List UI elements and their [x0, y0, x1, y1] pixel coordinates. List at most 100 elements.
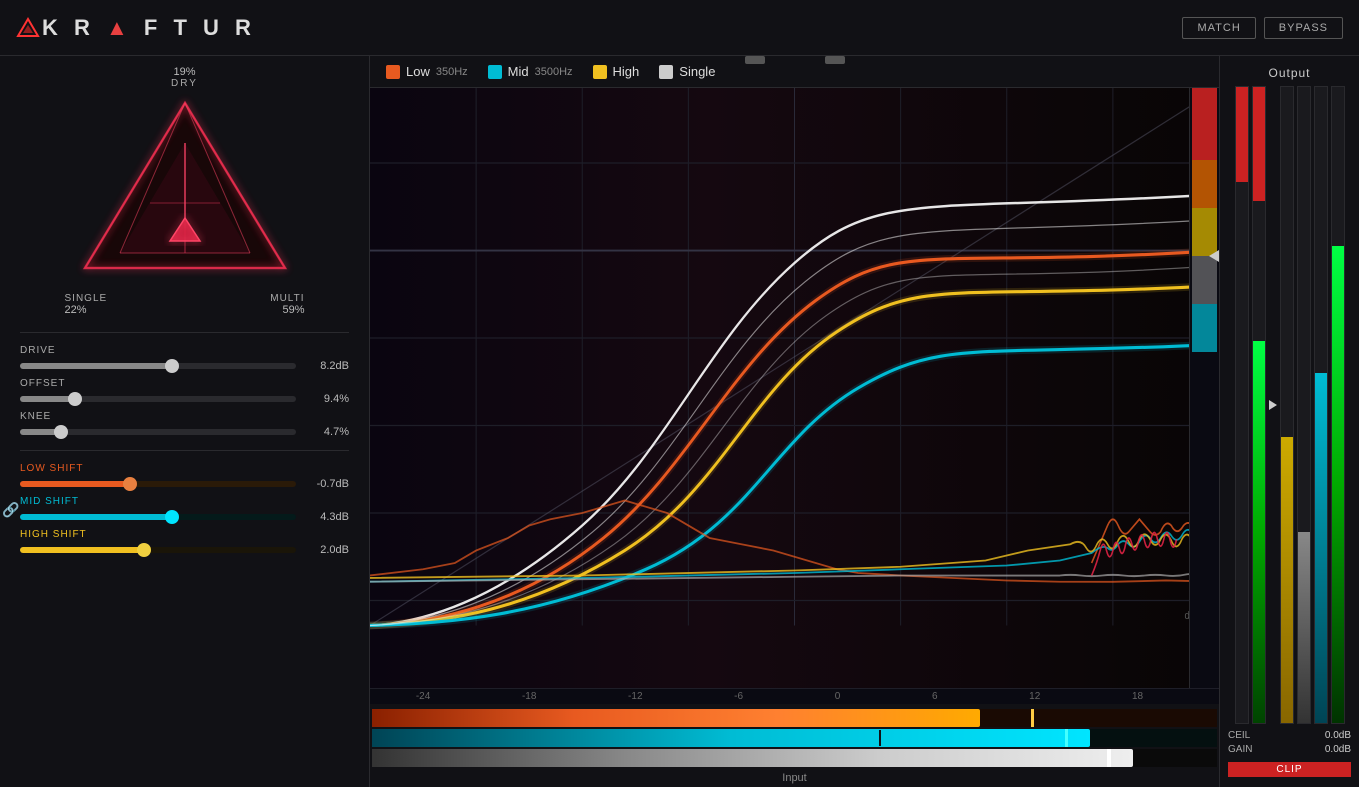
mid-shift-group: 🔗 MID SHIFT 4.3dB [20, 496, 349, 523]
low-shift-track[interactable] [20, 481, 296, 487]
output-meter-2 [1252, 86, 1266, 724]
offset-row: 9.4% [20, 393, 349, 405]
main-sliders: DRIVE 8.2dB OFFSET 9.4% [20, 345, 349, 438]
output-meter-2-green [1253, 341, 1265, 723]
high-shift-row: 2.0dB [20, 544, 349, 556]
match-button[interactable]: MATCH [1182, 17, 1255, 39]
output-meter-4-gray [1298, 532, 1310, 723]
gain-label: GAIN [1228, 744, 1252, 755]
meter-bar-mid-spike [1065, 729, 1068, 747]
mid-shift-track[interactable] [20, 514, 296, 520]
offset-track[interactable] [20, 396, 296, 402]
clip-button[interactable]: CLIP [1228, 762, 1351, 777]
corner-labels: SINGLE 22% MULTI 59% [65, 293, 305, 316]
xaxis-18: -18 [522, 691, 536, 702]
ceil-value: 0.0dB [1325, 730, 1351, 741]
single-percent: 22% [65, 304, 108, 316]
link-icon[interactable]: 🔗 [2, 501, 19, 518]
high-shift-track[interactable] [20, 547, 296, 553]
knee-group: KNEE 4.7% [20, 411, 349, 438]
high-shift-group: HIGH SHIFT 2.0dB [20, 529, 349, 556]
graph-section: Low 350Hz Mid 3500Hz High Single [370, 56, 1219, 787]
legend-bar: Low 350Hz Mid 3500Hz High Single [370, 56, 1219, 88]
divider-2 [20, 450, 349, 451]
output-meter-1 [1235, 86, 1249, 724]
legend-low-color [386, 65, 400, 79]
xaxis-6: -6 [734, 691, 743, 702]
crossfade-handle-right[interactable] [825, 56, 845, 64]
legend-mid-label: Mid [508, 64, 529, 79]
meter-marker [1209, 250, 1219, 262]
output-controls: CEIL 0.0dB GAIN 0.0dB CLIP [1228, 730, 1351, 777]
low-shift-value: -0.7dB [304, 478, 349, 490]
output-panel: Output [1219, 56, 1359, 787]
header-buttons: MATCH BYPASS [1182, 17, 1343, 39]
legend-mid-color [488, 65, 502, 79]
xaxis-24: -24 [416, 691, 430, 702]
legend-single: Single [659, 64, 715, 79]
crossfade-handles [745, 56, 845, 64]
header: K R ▲ F T U R MATCH BYPASS [0, 0, 1359, 56]
dry-label: DRY [171, 78, 198, 89]
low-shift-label: LOW SHIFT [20, 463, 349, 474]
meter-bar-low-fill [372, 709, 980, 727]
output-meter-3-yellow [1281, 437, 1293, 723]
low-shift-group: LOW SHIFT -0.7dB [20, 463, 349, 490]
meter-yellow-zone [1192, 208, 1217, 256]
triangle-widget[interactable] [75, 93, 295, 293]
mid-shift-label: MID SHIFT [20, 496, 349, 507]
legend-mid: Mid 3500Hz [488, 64, 573, 79]
legend-low-label: Low [406, 64, 430, 79]
logo: K R ▲ F T U R [16, 15, 256, 41]
legend-high: High [593, 64, 640, 79]
triangle-svg[interactable] [75, 93, 295, 288]
xaxis-12: -12 [628, 691, 642, 702]
low-shift-row: -0.7dB [20, 478, 349, 490]
offset-value: 9.4% [304, 393, 349, 405]
output-meter-6 [1331, 86, 1345, 724]
output-meter-5-cyan [1315, 373, 1327, 723]
bypass-button[interactable]: BYPASS [1264, 17, 1343, 39]
main-graph-svg: dBFS 6 0 -6 -12 -18 -24 [370, 88, 1219, 688]
meter-arrow-indicator [1269, 400, 1277, 410]
multi-percent: 59% [270, 304, 304, 316]
meter-arrow-container [1269, 86, 1277, 724]
output-meter-3 [1280, 86, 1294, 724]
legend-low-freq: 350Hz [436, 66, 468, 78]
dry-percent: 19% [173, 66, 195, 78]
output-title: Output [1268, 66, 1310, 80]
legend-high-color [593, 65, 607, 79]
legend-single-color [659, 65, 673, 79]
right-main: Low 350Hz Mid 3500Hz High Single [370, 56, 1359, 787]
single-label: SINGLE [65, 293, 108, 304]
left-panel: 19% DRY [0, 56, 370, 787]
drive-track[interactable] [20, 363, 296, 369]
graph-inner[interactable]: dBFS 6 0 -6 -12 -18 -24 [370, 88, 1219, 688]
legend-low: Low 350Hz [386, 64, 468, 79]
xaxis-0: 0 [835, 691, 841, 702]
meter-bar-mid-gap [879, 730, 881, 746]
input-label: Input [370, 769, 1219, 787]
output-meter-2-red [1253, 87, 1265, 201]
crossfade-handle-left[interactable] [745, 56, 765, 64]
legend-high-label: High [613, 64, 640, 79]
meter-bar-mid-fill [372, 729, 1090, 747]
knee-track[interactable] [20, 429, 296, 435]
meter-bars-section: Input [370, 704, 1219, 787]
offset-group: OFFSET 9.4% [20, 378, 349, 405]
legend-single-label: Single [679, 64, 715, 79]
output-meter-6-green [1332, 246, 1344, 723]
shift-sliders: LOW SHIFT -0.7dB 🔗 MID SHIFT [20, 463, 349, 556]
legend-mid-freq: 3500Hz [535, 66, 573, 78]
multi-label: MULTI [270, 293, 304, 304]
gain-row: GAIN 0.0dB [1228, 744, 1351, 755]
ceil-label: CEIL [1228, 730, 1250, 741]
ceil-row: CEIL 0.0dB [1228, 730, 1351, 741]
meter-bar-low [372, 709, 1217, 727]
xaxis-12p: 12 [1029, 691, 1040, 702]
drive-value: 8.2dB [304, 360, 349, 372]
meter-bar-single-fill [372, 749, 1133, 767]
knee-value: 4.7% [304, 426, 349, 438]
high-shift-label: HIGH SHIFT [20, 529, 349, 540]
drive-label: DRIVE [20, 345, 349, 356]
